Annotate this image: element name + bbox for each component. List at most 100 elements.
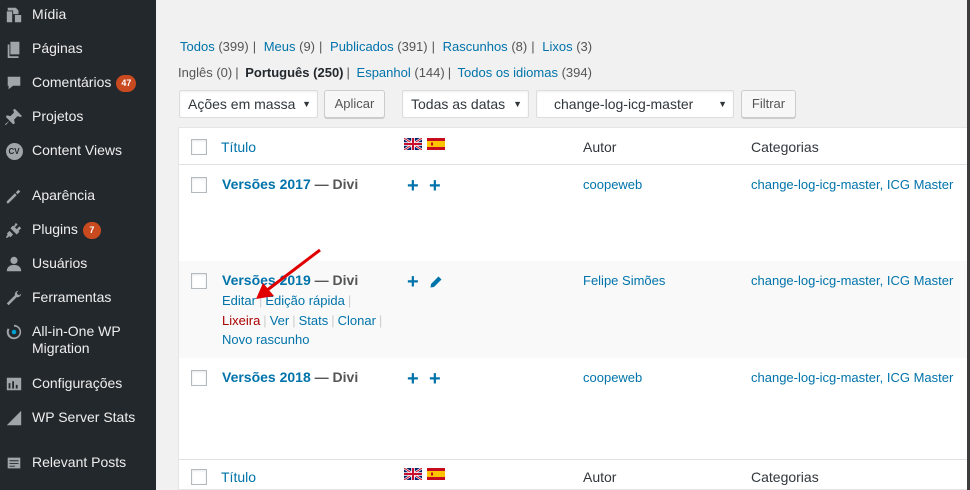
media-icon bbox=[4, 5, 24, 25]
spain-flag-icon bbox=[427, 468, 445, 480]
edit-translation-es-pencil-icon[interactable] bbox=[429, 275, 443, 289]
comments-count-badge: 47 bbox=[116, 75, 137, 92]
date-filter-select[interactable]: Todas as datas ▼ bbox=[402, 90, 529, 118]
add-translation-uk-icon[interactable]: + bbox=[407, 176, 419, 196]
row-checkbox[interactable] bbox=[191, 370, 207, 386]
sidebar-item-label: All-in-One WP Migration bbox=[32, 323, 121, 356]
lang-english: Inglês (0) bbox=[178, 65, 233, 80]
column-categories-footer: Categorias bbox=[751, 469, 819, 485]
sidebar-item-relevant-posts[interactable]: Relevant Posts bbox=[0, 453, 156, 473]
pin-icon bbox=[4, 107, 24, 127]
column-categories-header: Categorias bbox=[751, 139, 819, 155]
chevron-down-icon: ▼ bbox=[302, 99, 311, 109]
select-all-checkbox[interactable] bbox=[191, 139, 207, 155]
post-title-link[interactable]: Versões 2019 — Divi bbox=[222, 272, 358, 288]
sidebar-item-label: WP Server Stats bbox=[32, 409, 136, 425]
sidebar-item-tools[interactable]: Ferramentas bbox=[0, 288, 156, 308]
sidebar-item-wp-server-stats[interactable]: WP Server Stats bbox=[0, 408, 156, 428]
new-draft-link[interactable]: Novo rascunho bbox=[222, 332, 309, 347]
language-filter-links: Inglês (0) | Português (250) | Espanhol (1… bbox=[178, 65, 592, 80]
sidebar-item-label: Aparência bbox=[32, 187, 96, 203]
lang-all-link[interactable]: Todos os idiomas (394) bbox=[458, 65, 592, 80]
filter-drafts-link[interactable]: Rascunhos (8) bbox=[443, 39, 528, 54]
apply-button[interactable]: Aplicar bbox=[324, 90, 385, 118]
column-title-sort-link-footer[interactable]: Título bbox=[221, 469, 256, 485]
stats-link[interactable]: Stats bbox=[299, 313, 329, 328]
uk-flag-icon bbox=[404, 138, 422, 150]
sidebar-item-settings[interactable]: Configurações bbox=[0, 374, 156, 394]
table-footer: Título Autor Categorias bbox=[179, 459, 968, 490]
comments-icon bbox=[4, 73, 24, 93]
sidebar-item-label: Ferramentas bbox=[32, 289, 112, 305]
add-translation-es-icon[interactable]: + bbox=[429, 369, 441, 389]
filter-published-link[interactable]: Publicados (391) bbox=[330, 39, 428, 54]
table-row: Versões 2019 — Divi Editar | Edição rápida… bbox=[179, 261, 968, 358]
pages-icon bbox=[4, 39, 24, 59]
post-title-link[interactable]: Versões 2018 — Divi bbox=[222, 369, 358, 385]
relevant-posts-icon bbox=[4, 453, 24, 473]
add-translation-es-icon[interactable]: + bbox=[429, 176, 441, 196]
sidebar-item-content-views[interactable]: CV Content Views bbox=[0, 141, 156, 161]
filter-button[interactable]: Filtrar bbox=[741, 90, 796, 118]
appearance-icon bbox=[4, 186, 24, 206]
sidebar-item-label: Páginas bbox=[32, 40, 83, 56]
categories-link[interactable]: change-log-icg-master, ICG Master bbox=[751, 177, 953, 192]
chevron-down-icon: ▼ bbox=[718, 99, 727, 109]
category-filter-select[interactable]: change-log-icg-master ▼ bbox=[536, 90, 734, 118]
sidebar-item-label: Relevant Posts bbox=[32, 454, 127, 470]
table-row: Versões 2017 — Divi + + coopeweb change-… bbox=[179, 165, 968, 261]
column-title-sort-link[interactable]: Título bbox=[221, 139, 256, 155]
post-title-link[interactable]: Versões 2017 — Divi bbox=[222, 176, 358, 192]
filter-trash-link[interactable]: Lixos (3) bbox=[542, 39, 592, 54]
sidebar-item-users[interactable]: Usuários bbox=[0, 254, 156, 274]
sidebar-item-appearance[interactable]: Aparência bbox=[0, 186, 156, 206]
clone-link[interactable]: Clonar bbox=[338, 313, 376, 328]
lang-portuguese-current: Português (250) bbox=[245, 65, 344, 80]
sidebar-item-label: Plugins 7 bbox=[32, 220, 101, 239]
column-author-footer: Autor bbox=[583, 469, 617, 485]
tools-icon bbox=[4, 288, 24, 308]
status-filter-links: Todos (399) | Meus (9) | Publicados (391) |… bbox=[180, 39, 593, 54]
quick-edit-link[interactable]: Edição rápida bbox=[265, 293, 345, 308]
categories-link[interactable]: change-log-icg-master, ICG Master bbox=[751, 273, 953, 288]
sidebar-item-media[interactable]: Mídia bbox=[0, 5, 156, 25]
lang-spanish-link[interactable]: Espanhol (144) bbox=[357, 65, 445, 80]
sidebar-item-pages[interactable]: Páginas bbox=[0, 39, 156, 59]
sidebar-item-label: Configurações bbox=[32, 375, 123, 391]
sidebar-item-projects[interactable]: Projetos bbox=[0, 107, 156, 127]
view-link[interactable]: Ver bbox=[270, 313, 290, 328]
uk-flag-icon bbox=[404, 468, 422, 480]
add-translation-uk-icon[interactable]: + bbox=[407, 272, 419, 292]
sidebar-item-label: Comentários 47 bbox=[32, 73, 137, 92]
add-translation-uk-icon[interactable]: + bbox=[407, 369, 419, 389]
settings-icon bbox=[4, 374, 24, 394]
stats-icon bbox=[4, 408, 24, 428]
row-checkbox[interactable] bbox=[191, 273, 207, 289]
sidebar-item-all-in-one-wp-migration[interactable]: All-in-One WP Migration bbox=[0, 322, 156, 357]
row-checkbox[interactable] bbox=[191, 177, 207, 193]
sidebar-item-label: Content Views bbox=[32, 142, 123, 158]
trash-link[interactable]: Lixeira bbox=[222, 313, 260, 328]
bulk-action-select[interactable]: Ações em massa ▼ bbox=[179, 90, 318, 118]
posts-list-main: Todos (399) | Meus (9) | Publicados (391) |… bbox=[156, 0, 968, 490]
author-link[interactable]: coopeweb bbox=[583, 177, 642, 192]
admin-sidebar: Mídia Páginas Comentários 47 Projetos CV … bbox=[0, 0, 156, 490]
plugins-icon bbox=[4, 220, 24, 240]
table-row: Versões 2018 — Divi + + coopeweb change-… bbox=[179, 358, 968, 459]
posts-table: Título Autor Categorias Versões 2017 — D… bbox=[178, 127, 968, 490]
chevron-down-icon: ▼ bbox=[513, 99, 522, 109]
row-actions: Editar | Edição rápida | Lixeira | Ver | Stats |… bbox=[222, 293, 383, 347]
filter-mine-link[interactable]: Meus (9) bbox=[264, 39, 315, 54]
edit-link[interactable]: Editar bbox=[222, 293, 256, 308]
column-author-header: Autor bbox=[583, 139, 617, 155]
content-views-icon: CV bbox=[4, 141, 24, 161]
table-header: Título Autor Categorias bbox=[179, 128, 968, 165]
categories-link[interactable]: change-log-icg-master, ICG Master bbox=[751, 370, 953, 385]
filter-all-link[interactable]: Todos (399) bbox=[180, 39, 249, 54]
migration-icon bbox=[4, 322, 24, 342]
select-all-checkbox-footer[interactable] bbox=[191, 469, 207, 485]
sidebar-item-comments[interactable]: Comentários 47 bbox=[0, 73, 156, 93]
sidebar-item-plugins[interactable]: Plugins 7 bbox=[0, 220, 156, 240]
author-link[interactable]: Felipe Simões bbox=[583, 273, 665, 288]
author-link[interactable]: coopeweb bbox=[583, 370, 642, 385]
